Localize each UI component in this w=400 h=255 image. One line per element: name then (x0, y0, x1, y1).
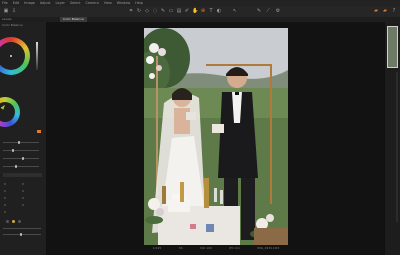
eraser-icon[interactable]: ▭ (168, 8, 174, 14)
swatch[interactable] (18, 220, 21, 223)
hue-segment[interactable] (0, 100, 10, 110)
photo-canvas (144, 28, 288, 245)
left-tool-panel: Color Balance 0 0 0 0 0 0 0 0 0 (0, 22, 47, 255)
spot-icon[interactable]: ◌ (152, 8, 158, 14)
slider-track[interactable] (3, 166, 39, 167)
filmstrip-scrollbar[interactable] (396, 72, 398, 222)
value-label: 0 (4, 210, 6, 214)
picker-icon[interactable]: ✐ (184, 8, 190, 14)
slider-knob[interactable] (20, 233, 22, 236)
value-label: 0 (4, 196, 6, 200)
slider-knob[interactable] (18, 141, 20, 144)
wheel-handle[interactable] (10, 55, 12, 57)
cursor-icon[interactable]: ↖ (232, 8, 238, 14)
gradient-icon[interactable]: ▤ (176, 8, 182, 14)
value-label: 0 (4, 203, 6, 207)
slider-knob[interactable] (22, 157, 24, 160)
swatch[interactable] (6, 220, 9, 223)
slider-knob[interactable] (15, 165, 17, 168)
section-title: Color Balance (2, 23, 23, 27)
value-label: 0 (22, 196, 24, 200)
help-icon[interactable]: ? (391, 8, 397, 14)
settings-icon[interactable]: ⚙ (275, 8, 281, 14)
section-divider (3, 173, 42, 177)
brush-icon[interactable]: ✎ (160, 8, 166, 14)
file-name: IMG_2931.CR3 (257, 246, 280, 250)
share-icon[interactable]: ▰ (382, 8, 388, 14)
aperture: f/4 (178, 246, 183, 250)
value-label: 0 (4, 182, 6, 186)
slider-track[interactable] (3, 228, 41, 229)
iso: ISO 100 (200, 246, 212, 250)
warning-icon[interactable]: ⟋ (265, 8, 271, 14)
slider-track[interactable] (3, 234, 41, 235)
focal-length: 85 mm (229, 246, 240, 250)
rotate-icon[interactable]: ↻ (136, 8, 142, 14)
exposure-icon[interactable]: ✎ (256, 8, 262, 14)
slider-track[interactable] (3, 142, 39, 143)
text-icon[interactable]: T (208, 8, 214, 14)
shutter-speed: 1/125 (152, 246, 162, 250)
mask-icon[interactable]: ◐ (216, 8, 222, 14)
slider-knob[interactable] (12, 149, 14, 152)
value-label: 0 (22, 203, 24, 207)
keystone-icon[interactable]: ◇ (144, 8, 150, 14)
wedding-photo[interactable] (144, 28, 288, 245)
export-icon[interactable]: ▰ (373, 8, 379, 14)
color-picker-icon[interactable] (37, 130, 41, 133)
filmstrip-thumbnail[interactable] (387, 26, 398, 68)
value-label: 0 (22, 189, 24, 193)
hand-icon[interactable]: ✋ (192, 8, 198, 14)
crop-icon[interactable]: ⌗ (128, 8, 134, 14)
slider-track[interactable] (3, 158, 39, 159)
slider-track[interactable] (3, 150, 39, 151)
value-label: 0 (22, 182, 24, 186)
zoom-icon[interactable]: ⊕ (200, 8, 206, 14)
swatch[interactable] (12, 220, 15, 223)
import-icon[interactable]: ⇩ (11, 8, 17, 14)
image-info-bar: 1/125 f/4 ISO 100 85 mm IMG_2931.CR3 (144, 245, 288, 251)
lightness-slider[interactable] (36, 42, 38, 70)
library-icon[interactable]: ▣ (3, 8, 9, 14)
value-label: 0 (4, 189, 6, 193)
